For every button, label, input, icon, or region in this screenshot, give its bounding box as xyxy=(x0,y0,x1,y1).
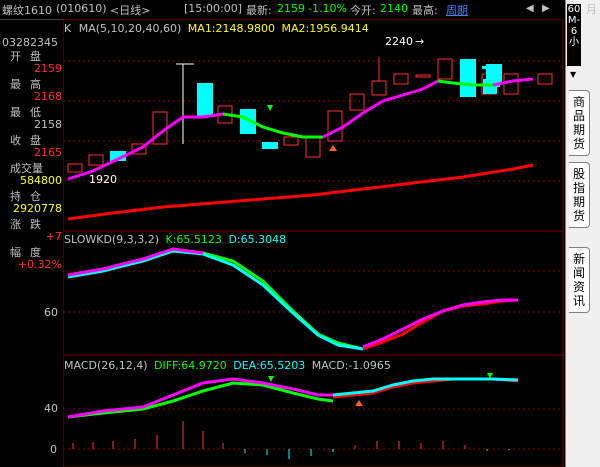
macd-macd-value: MACD:-1.0965 xyxy=(311,359,391,372)
kd-k-value: K:65.5123 xyxy=(165,233,222,246)
kd-title: SLOWKD(9,3,3,2) xyxy=(64,233,160,246)
candle xyxy=(486,64,502,84)
change-pct: -1.10% xyxy=(308,2,347,15)
candle xyxy=(460,59,476,97)
open-label: 今开: xyxy=(350,4,376,17)
macd-axis-0-text: 0 xyxy=(50,443,57,456)
macd-axis-40: 40 xyxy=(44,402,58,415)
high-marker-arrow: → xyxy=(415,35,424,48)
kd-d-value: D:65.3048 xyxy=(228,233,287,246)
quote-header: 螺纹1610 (010610) <日线> [15:00:00] 最新: 2159… xyxy=(0,0,568,20)
tab-commodity-futures[interactable]: 商品期货 xyxy=(569,90,590,156)
scale-label[interactable]: 60M-6小 xyxy=(567,4,581,66)
kd-axis-label: 60 xyxy=(44,306,58,319)
kd-title-row: SLOWKD(9,3,3,2) K:65.5123 D:65.3048 xyxy=(64,233,286,246)
high-label: 最高: xyxy=(412,4,438,17)
week-link[interactable]: 周期 xyxy=(446,2,468,18)
prev-arrow-icon[interactable]: ◀ xyxy=(526,3,534,14)
candle xyxy=(262,142,278,149)
ma-params: MA(5,10,20,40,60) xyxy=(78,22,182,35)
macd-title-row: MACD(26,12,4) DIFF:64.9720 DEA:65.5203 M… xyxy=(64,359,391,372)
tab-news[interactable]: 新闻资讯 xyxy=(569,247,590,313)
kline-title-row: K MA(5,10,20,40,60) MA1:2148.9800 MA2:19… xyxy=(64,22,369,35)
latest-value: 2159 xyxy=(277,2,305,15)
open-value: 2140 xyxy=(380,2,408,15)
next-arrow-icon[interactable]: ▶ xyxy=(542,3,550,14)
time-label: [15:00:00] xyxy=(184,2,242,15)
scroll-arrow-icon[interactable]: ▼ xyxy=(570,70,576,79)
tab-index-futures[interactable]: 股指期货 xyxy=(569,162,590,228)
month-label: 月 xyxy=(586,3,597,16)
kd-axis-60-text: 60 xyxy=(44,306,58,319)
header-arrows[interactable]: ◀ ▶ xyxy=(522,1,566,18)
macd-diff-value: DIFF:64.9720 xyxy=(154,359,227,372)
latest-label: 最新: xyxy=(246,4,272,17)
right-sidebar: 60M-6小 月 ▼ 商品期货 股指期货 新闻资讯 xyxy=(565,0,600,467)
symbol-code: (010610) xyxy=(56,2,107,15)
high-marker: 2240 xyxy=(385,35,413,48)
period-label[interactable]: <日线> xyxy=(110,2,150,18)
macd-dea-value: DEA:65.5203 xyxy=(233,359,306,372)
candle xyxy=(197,83,213,117)
low-marker: 1920 xyxy=(89,173,117,186)
macd-title: MACD(26,12,4) xyxy=(64,359,148,372)
macd-axis-0: 0 xyxy=(50,443,57,456)
macd-axis-40-text: 40 xyxy=(44,402,58,415)
ma2-value: MA2:1956.9414 xyxy=(281,22,369,35)
info-panel-border xyxy=(0,35,64,275)
ma1-value: MA1:2148.9800 xyxy=(187,22,276,35)
symbol-name[interactable]: 螺纹1610 xyxy=(2,2,52,18)
kline-title: K xyxy=(64,22,72,35)
